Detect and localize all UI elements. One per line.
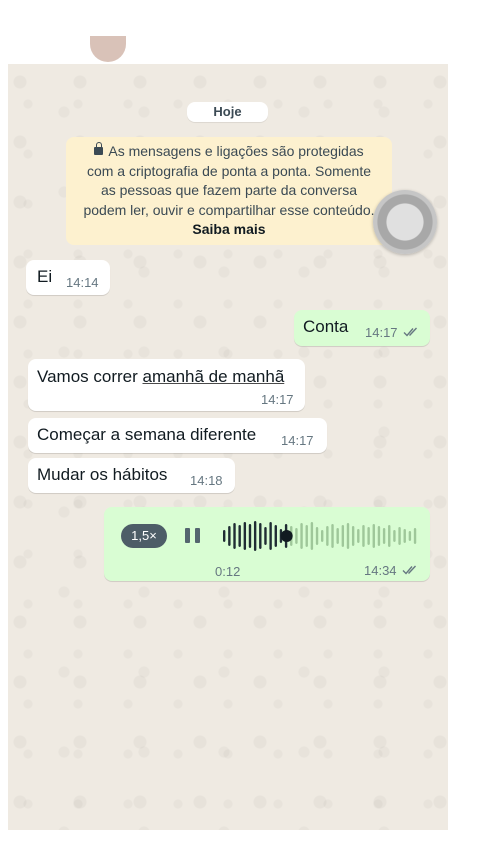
message-text: Mudar os hábitos [37,465,168,484]
waveform-bar [351,526,355,546]
double-check-icon [403,327,418,337]
message-time: 14:34 [364,563,397,578]
waveform-bar [331,524,334,548]
waveform-bar [398,527,401,545]
waveform-bar [223,530,226,542]
message-time: 14:17 [281,433,314,448]
message-time: 14:14 [66,275,99,290]
playback-position-knob[interactable] [280,530,293,542]
waveform-bar [300,523,303,549]
waveform-bar [315,527,319,545]
waveform-bar [228,526,231,546]
waveform-bar [259,523,262,549]
waveform-bar [305,525,308,547]
date-chip: Hoje [187,102,268,122]
waveform-bar [253,521,257,551]
message-time: 14:18 [190,473,223,488]
encryption-notice-line-3: as pessoas que fazem parte da conversa [100,182,358,198]
waveform-bar [408,531,412,541]
audio-waveform[interactable] [222,520,418,552]
voice-duration: 0:12 [215,564,241,579]
double-check-icon [402,565,417,575]
message-bubble-incoming[interactable]: Vamos correr amanhã de manhã 14:17 [28,359,305,411]
learn-more-link[interactable]: Saiba mais [66,220,392,240]
message-bubble-incoming[interactable]: Mudar os hábitos 14:18 [28,458,235,493]
waveform-bar [243,522,247,550]
waveform-bar [336,528,339,544]
floating-assistive-touch-icon[interactable] [373,190,437,254]
waveform-bar [264,527,267,545]
waveform-bar [393,530,396,542]
message-bubble-incoming[interactable]: Começar a semana diferente 14:17 [28,418,327,453]
contact-avatar[interactable] [90,36,126,62]
waveform-bar [362,525,365,547]
waveform-bar [372,524,375,548]
waveform-bar [341,525,345,547]
waveform-bar [357,529,360,543]
message-time: 14:17 [365,325,398,340]
waveform-bar [248,524,252,548]
waveform-bar [238,525,241,547]
encryption-notice[interactable]: As mensagens e ligações são protegidas c… [66,137,392,245]
message-text-plain: Vamos correr [37,367,143,386]
waveform-bar [321,530,324,542]
encryption-notice-line-1: As mensagens e ligações são protegidas [66,142,392,162]
waveform-bar [326,526,329,546]
waveform-bar [233,523,236,549]
playback-speed-button[interactable]: 1,5× [121,524,167,548]
message-text: Conta [303,317,349,336]
message-bubble-incoming[interactable]: Ei 14:14 [26,260,110,295]
waveform-bar [377,526,381,546]
message-text: Ei [37,267,53,286]
lock-icon [94,142,104,155]
waveform-bar [413,528,417,544]
waveform-bar [346,523,350,549]
message-text: Começar a semana diferente [37,425,257,444]
message-text: Vamos correr amanhã de manhã [37,367,284,387]
waveform-bar [274,525,277,547]
pause-icon[interactable] [185,528,201,543]
waveform-bar [367,527,370,545]
message-time: 14:17 [261,392,294,407]
encryption-notice-line-2: com a criptografia de ponta a ponta. Som… [86,162,372,179]
waveform-bar [310,522,314,550]
encryption-notice-line-4: podem ler, ouvir e compartilhar esse con… [83,201,375,218]
date-link[interactable]: amanhã de manhã [143,367,285,386]
waveform-bar [403,529,406,543]
waveform-bar [269,522,272,550]
voice-message-outgoing[interactable]: 1,5× 0:12 14:34 [104,507,430,581]
waveform-bar [295,528,298,544]
waveform-bar [388,525,391,547]
message-bubble-outgoing[interactable]: Conta 14:17 [294,310,430,346]
waveform-bar [382,528,386,544]
